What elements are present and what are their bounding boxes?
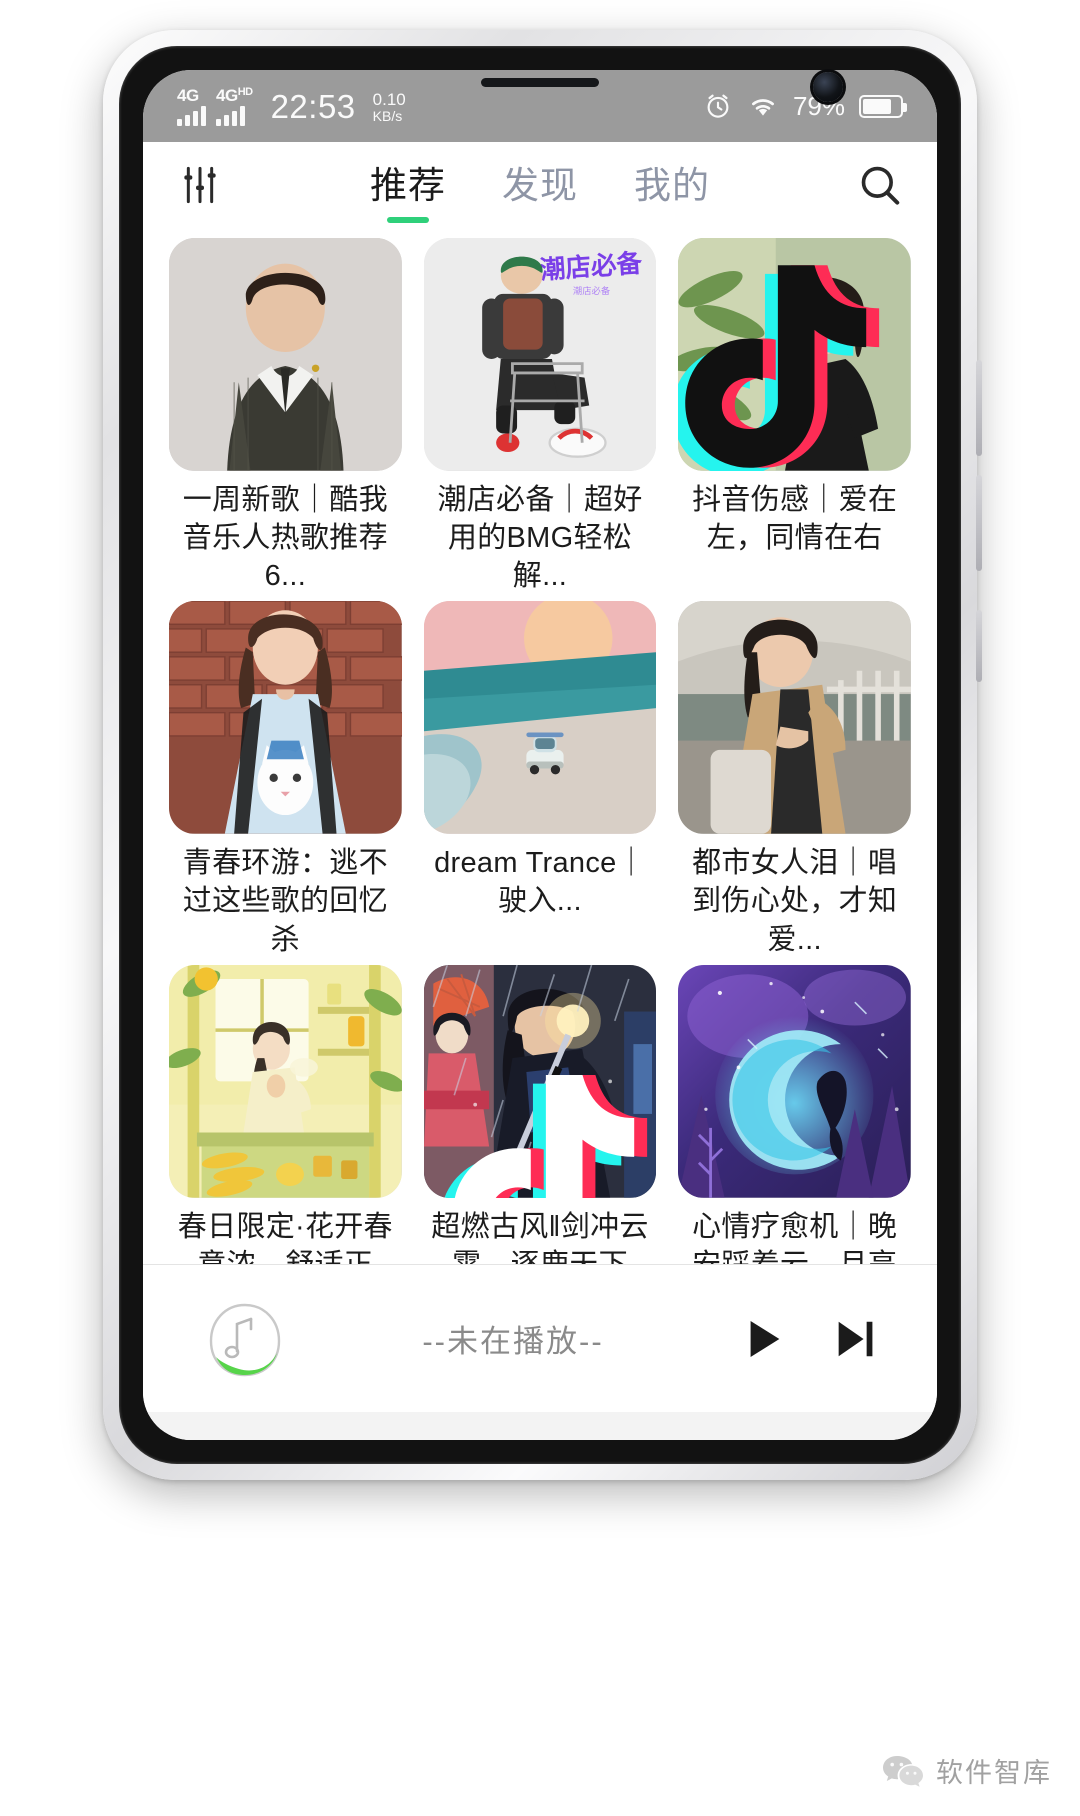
playlist-card[interactable]: 一周新歌｜酷我音乐人热歌推荐6...: [169, 238, 402, 595]
playlist-card[interactable]: 青春环游：逃不过这些歌的回忆杀: [169, 601, 402, 958]
playlist-cover[interactable]: [169, 964, 402, 1198]
playlist-title: 青春环游：逃不过这些歌的回忆杀: [182, 847, 388, 956]
cover-art-car-on-beach-moon: [423, 601, 657, 835]
playlist-card[interactable]: 春日限定·花开春意浓，舒适正当...: [169, 964, 402, 1264]
sim2-network-label: 4GHD: [216, 85, 253, 105]
music-note-icon: [209, 1303, 281, 1376]
play-icon[interactable]: [741, 1316, 787, 1362]
tab-mine[interactable]: 我的: [634, 155, 710, 215]
recommend-grid-scroll[interactable]: 一周新歌｜酷我音乐人热歌推荐6... 潮店必备 潮店必备 潮店必备｜超好用的BM…: [143, 228, 937, 1264]
playlist-cover[interactable]: 潮店必备 潮店必备: [423, 238, 657, 471]
playlist-title: dream Trance｜驶入...: [434, 847, 646, 918]
screenshot-root: 4G 4GHD 22:53 0.10 KB/s 79% 推荐 发现 我的 一周新…: [0, 0, 1080, 1816]
equalizer-icon[interactable]: [177, 165, 223, 205]
network-speed-value: 0.10: [372, 89, 406, 109]
playlist-card[interactable]: 心情疗愈机｜晚安踩着云、月亮贩...: [678, 964, 911, 1264]
status-bar-right: 79%: [703, 91, 907, 122]
cover-art-anime-yellow-room: [169, 964, 402, 1198]
tab-discover[interactable]: 发现: [502, 155, 578, 215]
playlist-cover[interactable]: [423, 601, 657, 835]
player-controls: [741, 1316, 877, 1362]
sim2-signal-bars: [216, 105, 245, 126]
cover-art-girl-with-cat: [169, 601, 402, 835]
playlist-title: 心情疗愈机｜晚安踩着云、月亮贩...: [692, 1210, 898, 1264]
playlist-title: 潮店必备｜超好用的BMG轻松解...: [437, 483, 643, 593]
playlist-title: 抖音伤感｜爱在左，同情在右: [692, 483, 898, 554]
svg-text:潮店必备: 潮店必备: [573, 285, 611, 296]
phone-device-frame: 4G 4GHD 22:53 0.10 KB/s 79% 推荐 发现 我的 一周新…: [103, 30, 982, 1480]
playlist-card[interactable]: dream Trance｜驶入...: [423, 601, 657, 958]
player-artwork[interactable]: [205, 1299, 285, 1379]
volume-up-button[interactable]: [976, 360, 982, 456]
next-track-icon[interactable]: [831, 1316, 877, 1362]
cover-art-illustration-streetwear: 潮店必备 潮店必备: [423, 238, 657, 471]
playlist-card[interactable]: 潮店必备 潮店必备 潮店必备｜超好用的BMG轻松解...: [423, 238, 657, 595]
sim2-signal: 4GHD: [216, 85, 253, 126]
network-speed-unit: KB/s: [372, 107, 403, 124]
phone-screen: 4G 4GHD 22:53 0.10 KB/s 79% 推荐 发现 我的 一周新…: [143, 70, 937, 1440]
tiktok-badge-icon: [678, 265, 880, 471]
earpiece-speaker: [481, 78, 599, 87]
playlist-title: 一周新歌｜酷我音乐人热歌推荐6...: [182, 483, 388, 593]
playlist-title: 都市女人泪｜唱到伤心处，才知爱...: [692, 847, 898, 956]
playlist-cover[interactable]: [678, 238, 911, 471]
battery-icon: [859, 94, 907, 118]
playlist-cover[interactable]: [423, 964, 657, 1198]
nav-tab-list: 推荐 发现 我的: [223, 155, 857, 215]
sim1-signal-bars: [177, 105, 206, 126]
front-camera: [813, 72, 843, 102]
now-playing-title: --未在播放--: [422, 1324, 604, 1359]
playlist-cover[interactable]: [678, 601, 911, 835]
cover-art-woman-on-bridge: [678, 601, 911, 835]
sim1-signal: 4G: [177, 87, 206, 126]
mini-player-bar[interactable]: --未在播放--: [143, 1264, 937, 1412]
wechat-icon: [883, 1755, 923, 1787]
status-bar-left: 4G 4GHD 22:53 0.10 KB/s: [177, 85, 406, 126]
playlist-title: 超燃古风‖剑冲云霄，逐鹿天下: [431, 1210, 649, 1264]
search-icon[interactable]: [857, 162, 903, 208]
watermark: 软件智库: [882, 1751, 1052, 1790]
app-top-nav: 推荐 发现 我的: [143, 142, 937, 228]
playlist-card[interactable]: 抖音伤感｜爱在左，同情在右: [678, 238, 911, 595]
playlist-grid: 一周新歌｜酷我音乐人热歌推荐6... 潮店必备 潮店必备 潮店必备｜超好用的BM…: [143, 228, 937, 1264]
volume-down-button[interactable]: [976, 475, 982, 571]
alarm-clock-icon: [707, 94, 729, 118]
phone-bezel: 4G 4GHD 22:53 0.10 KB/s 79% 推荐 发现 我的 一周新…: [119, 46, 961, 1464]
android-system-nav: [143, 1412, 937, 1440]
playlist-card[interactable]: 超燃古风‖剑冲云霄，逐鹿天下: [423, 964, 657, 1264]
network-speed: 0.10 KB/s: [373, 91, 406, 126]
playlist-cover[interactable]: [678, 964, 911, 1198]
cover-art-purple-moon-night: [678, 964, 911, 1198]
playlist-cover[interactable]: [169, 601, 402, 835]
cover-art-man-in-suit: [169, 238, 402, 471]
playlist-card[interactable]: 都市女人泪｜唱到伤心处，才知爱...: [678, 601, 911, 958]
tab-recommend[interactable]: 推荐: [370, 155, 446, 215]
tiktok-badge-icon: [444, 1075, 647, 1198]
sim1-network-label: 4G: [177, 85, 199, 105]
playlist-cover[interactable]: [169, 238, 402, 471]
wifi-icon: [751, 99, 774, 116]
playlist-title: 春日限定·花开春意浓，舒适正当...: [177, 1210, 393, 1264]
status-bar-clock: 22:53: [270, 87, 356, 125]
watermark-text: 软件智库: [936, 1758, 1052, 1788]
power-button[interactable]: [976, 610, 982, 682]
